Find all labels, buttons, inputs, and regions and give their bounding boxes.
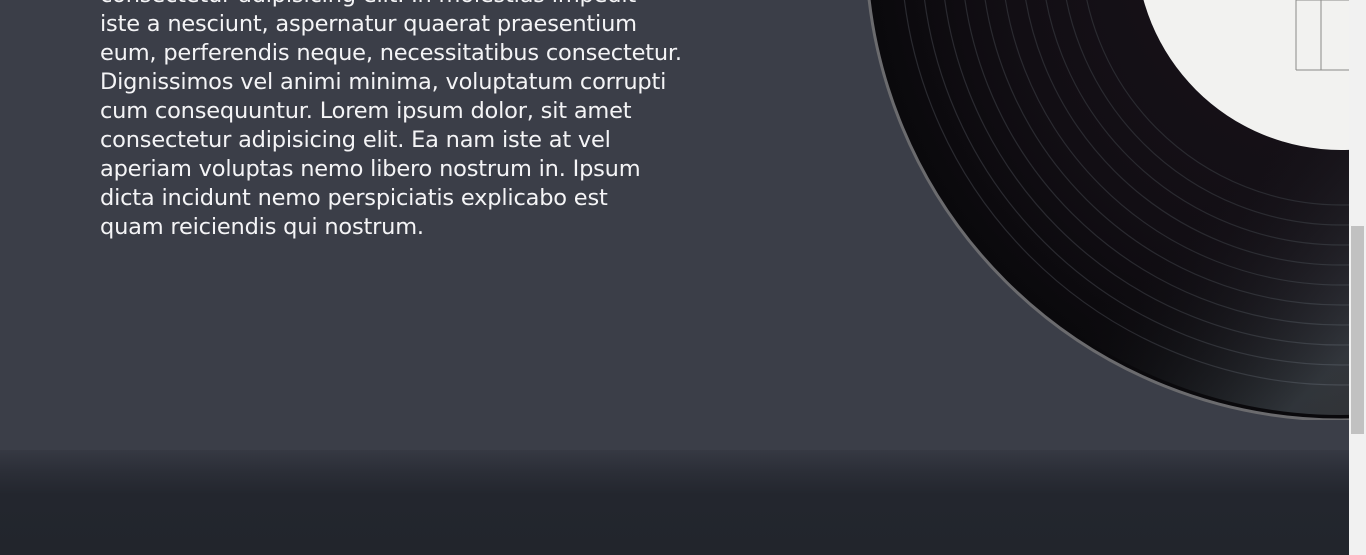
scrollbar-thumb[interactable] [1351,226,1364,434]
vertical-scrollbar[interactable] [1349,0,1366,555]
page-viewport: consectetur adipisicing elit. In molesti… [0,0,1349,555]
content-section: consectetur adipisicing elit. In molesti… [0,0,1349,450]
vinyl-record-image [867,0,1349,420]
footer [0,450,1349,555]
body-paragraph: consectetur adipisicing elit. In molesti… [100,0,682,240]
